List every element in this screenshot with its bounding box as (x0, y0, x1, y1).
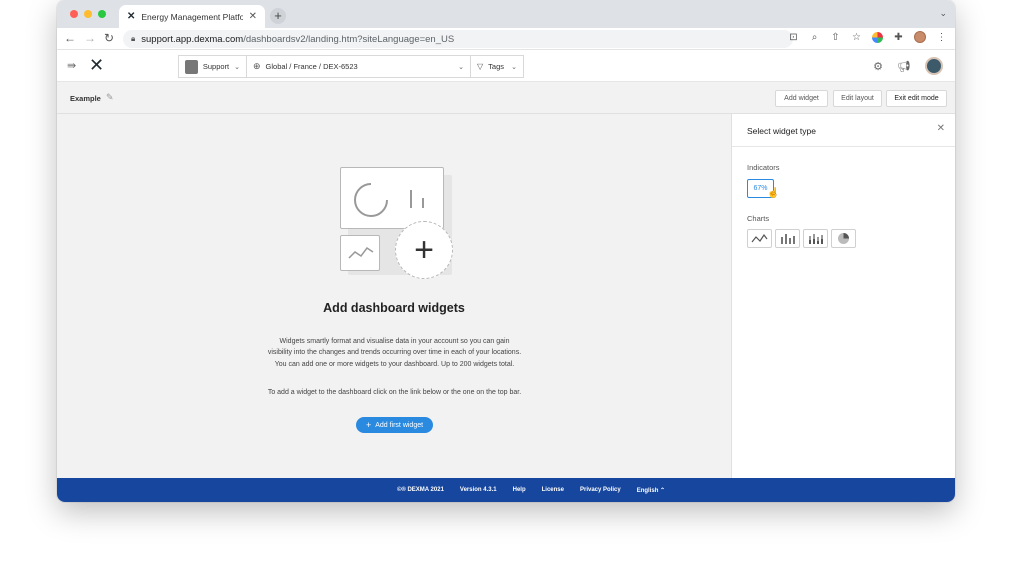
charts-label: Charts (747, 214, 770, 223)
tab-strip: ✕ Energy Management Platform - ✕ + ⌄ (57, 0, 955, 28)
illustration-card-small (340, 235, 380, 271)
close-window-button[interactable] (70, 10, 78, 18)
widget-type-panel: Select widget type ✕ Indicators 67% ☝ Ch… (731, 114, 955, 478)
empty-state-description: Widgets smartly format and visualise dat… (267, 338, 522, 368)
exit-edit-mode-button[interactable]: Exit edit mode (886, 90, 947, 107)
copyright-text: ©® DEXMA 2021 (396, 487, 444, 493)
tags-filter[interactable]: ▽ Tags ⌄ (471, 55, 524, 78)
translate-icon[interactable]: ⊡ (788, 32, 799, 43)
extensions-puzzle-icon[interactable]: ✚ (893, 32, 904, 43)
minimize-window-button[interactable] (84, 10, 92, 18)
profile-avatar[interactable] (914, 31, 926, 43)
header-actions: ⚙ 📢︎ (873, 57, 943, 75)
dexma-logo-icon[interactable]: ✕ (89, 57, 104, 75)
dashboard-name: Example (70, 94, 101, 103)
edit-layout-button[interactable]: Edit layout (833, 90, 882, 107)
account-selector[interactable]: Support ⌄ (178, 55, 247, 78)
hand-cursor-icon: ☝ (767, 188, 780, 199)
panel-title: Select widget type (747, 126, 816, 136)
bookmark-star-icon[interactable]: ☆ (851, 32, 862, 43)
lock-icon: 🔒︎ (131, 34, 136, 43)
account-label: Support (202, 62, 230, 71)
add-widget-button[interactable]: Add widget (775, 90, 828, 107)
zoom-icon[interactable]: ⌕ (809, 32, 820, 43)
gear-icon[interactable]: ⚙ (873, 60, 883, 73)
pencil-icon[interactable]: ✎ (106, 92, 114, 103)
extension-icon[interactable] (872, 31, 883, 43)
empty-state-hint: To add a widget to the dashboard click o… (267, 389, 522, 396)
chevron-down-icon: ⌄ (458, 63, 464, 71)
line-illustration-icon (348, 246, 374, 259)
language-selector[interactable]: English ⌃ (637, 487, 665, 494)
user-avatar[interactable] (925, 57, 943, 75)
chevron-down-icon: ⌄ (511, 63, 517, 71)
url-host: support.app.dexma.com (141, 33, 244, 45)
widgets-illustration: + (340, 167, 456, 281)
address-bar[interactable]: 🔒︎ support.app.dexma.com/dashboardsv2/la… (123, 30, 793, 48)
share-icon[interactable]: ⇧ (830, 32, 841, 43)
favicon-icon: ✕ (127, 11, 136, 22)
toolbar-icons: ⊡ ⌕ ⇧ ☆ ✚ ⋮ (788, 31, 947, 43)
maximize-window-button[interactable] (98, 10, 106, 18)
tab-title: Energy Management Platform - (141, 11, 243, 22)
plus-icon: + (365, 420, 372, 430)
illustration-card-large (340, 167, 444, 229)
pie-chart-tile[interactable] (831, 229, 856, 248)
location-label: Global / France / DEX-6523 (265, 62, 358, 71)
bar-chart-icon (781, 234, 795, 244)
app-header: ⇛ ✕ Support ⌄ ⊕ Global / France / DEX-65… (57, 51, 955, 82)
account-avatar (185, 59, 198, 74)
app-footer: ©® DEXMA 2021 Version 4.3.1 Help License… (57, 478, 955, 502)
close-tab-icon[interactable]: ✕ (249, 11, 257, 22)
chevron-down-icon: ⌄ (234, 63, 240, 71)
add-first-widget-button[interactable]: + Add first widget (356, 417, 433, 433)
dashboard-toolbar: Example ✎ Add widget Edit layout Exit ed… (57, 82, 955, 114)
forward-icon[interactable]: → (83, 31, 97, 45)
bar-chart-tile[interactable] (775, 229, 800, 248)
stacked-bar-chart-tile[interactable] (803, 229, 828, 248)
indicators-label: Indicators (747, 163, 780, 172)
new-tab-button[interactable]: + (270, 8, 286, 24)
expand-menu-icon[interactable]: ⇛ (67, 59, 76, 72)
divider (732, 146, 955, 147)
filter-icon: ▽ (477, 62, 484, 71)
stacked-bar-chart-icon (809, 234, 823, 244)
globe-icon: ⊕ (253, 61, 261, 71)
dashboard-canvas: + Add dashboard widgets Widgets smartly … (57, 114, 731, 478)
privacy-policy-link[interactable]: Privacy Policy (580, 487, 621, 493)
help-link[interactable]: Help (513, 487, 526, 493)
back-icon[interactable]: ← (63, 31, 77, 45)
browser-tab[interactable]: ✕ Energy Management Platform - ✕ (119, 5, 265, 28)
close-icon[interactable]: ✕ (937, 123, 945, 134)
chevron-up-icon: ⌃ (660, 487, 666, 494)
url-path: /dashboardsv2/landing.htm?siteLanguage=e… (243, 33, 455, 45)
megaphone-icon[interactable]: 📢︎ (897, 60, 911, 73)
tags-label: Tags (488, 62, 504, 71)
line-chart-icon (751, 233, 768, 243)
license-link[interactable]: License (542, 487, 564, 493)
line-chart-tile[interactable] (747, 229, 772, 248)
browser-menu-icon[interactable]: ⋮ (936, 32, 947, 43)
browser-window: ✕ Energy Management Platform - ✕ + ⌄ ← →… (57, 0, 955, 502)
tab-search-icon[interactable]: ⌄ (939, 8, 947, 19)
reload-icon[interactable]: ↻ (102, 31, 116, 45)
empty-state-title: Add dashboard widgets (323, 301, 465, 315)
plus-icon: + (395, 221, 453, 279)
language-label: English (636, 487, 659, 494)
pie-chart-icon (838, 233, 849, 244)
add-first-widget-label: Add first widget (375, 421, 424, 429)
version-text: Version 4.3.1 (459, 487, 497, 493)
browser-toolbar: ← → ↻ 🔒︎ support.app.dexma.com/dashboard… (57, 28, 955, 50)
location-selector[interactable]: ⊕ Global / France / DEX-6523 ⌄ (247, 55, 471, 78)
